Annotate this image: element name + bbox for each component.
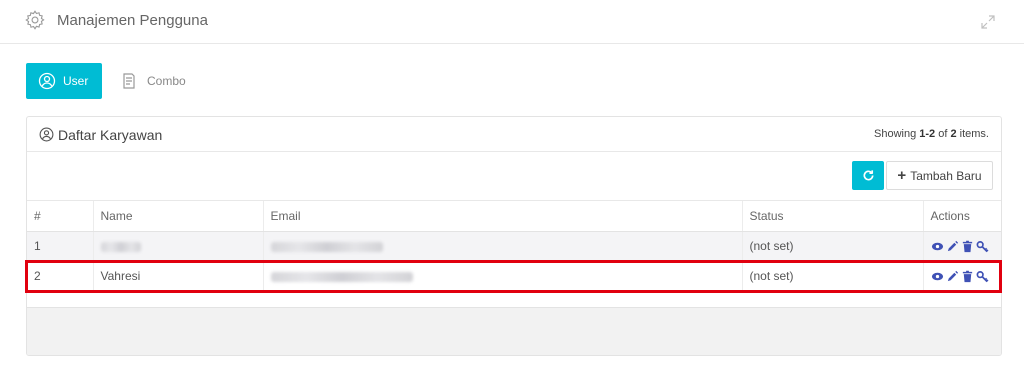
cell-status: (not set) (742, 261, 924, 292)
column-header-status: Status (742, 201, 924, 232)
redacted-email (270, 271, 413, 282)
cell-actions (923, 261, 1001, 292)
key-icon[interactable] (976, 240, 989, 253)
redacted-name (100, 241, 141, 252)
table-header-row: # Name Email Status Actions (27, 201, 1001, 232)
add-new-label: Tambah Baru (910, 168, 982, 183)
key-icon[interactable] (976, 270, 989, 283)
column-header-name: Name (93, 201, 264, 232)
user-circle-icon (38, 72, 56, 90)
cell-number: 2 (27, 261, 94, 292)
column-header-actions: Actions (923, 201, 1001, 232)
tab-combo[interactable]: Combo (116, 63, 196, 99)
card-header: Daftar Karyawan Showing 1-2 of 2 items. (27, 117, 1001, 152)
refresh-icon (863, 170, 874, 181)
employee-table: # Name Email Status Actions 1 (not set) (27, 201, 1001, 292)
card-footer (27, 307, 1001, 355)
table-row[interactable]: 1 (not set) (27, 231, 1001, 262)
delete-icon[interactable] (961, 240, 974, 253)
employee-list-card: Daftar Karyawan Showing 1-2 of 2 items. … (26, 116, 1002, 356)
gear-icon (25, 10, 45, 30)
view-icon[interactable] (931, 240, 944, 253)
card-title: Daftar Karyawan (58, 127, 163, 143)
table-row[interactable]: 2 Vahresi (not set) (27, 261, 1001, 292)
page-title: Manajemen Pengguna (57, 12, 208, 29)
cell-email (263, 231, 743, 262)
cell-actions (923, 231, 1001, 262)
plus-icon: + (897, 167, 907, 184)
edit-icon[interactable] (946, 240, 959, 253)
tab-combo-label: Combo (147, 74, 186, 88)
refresh-button[interactable] (852, 161, 884, 190)
edit-icon[interactable] (946, 270, 959, 283)
table-toolbar: + Tambah Baru (27, 152, 1001, 201)
cell-number: 1 (27, 231, 94, 262)
tab-user-label: User (63, 74, 89, 88)
tab-user[interactable]: User (26, 63, 102, 99)
panel-header: Manajemen Pengguna (0, 0, 1024, 44)
view-icon[interactable] (931, 270, 944, 283)
user-circle-icon (39, 127, 54, 142)
column-header-email: Email (263, 201, 743, 232)
redacted-email (270, 241, 383, 252)
cell-status: (not set) (742, 231, 924, 262)
cell-name: Vahresi (93, 261, 264, 292)
delete-icon[interactable] (961, 270, 974, 283)
column-header-number: # (27, 201, 94, 232)
pagination-summary: Showing 1-2 of 2 items. (874, 128, 989, 140)
expand-icon[interactable] (980, 14, 996, 30)
document-icon (123, 73, 135, 89)
add-new-button[interactable]: + Tambah Baru (886, 161, 993, 190)
cell-name (93, 231, 264, 262)
cell-email (263, 261, 743, 292)
